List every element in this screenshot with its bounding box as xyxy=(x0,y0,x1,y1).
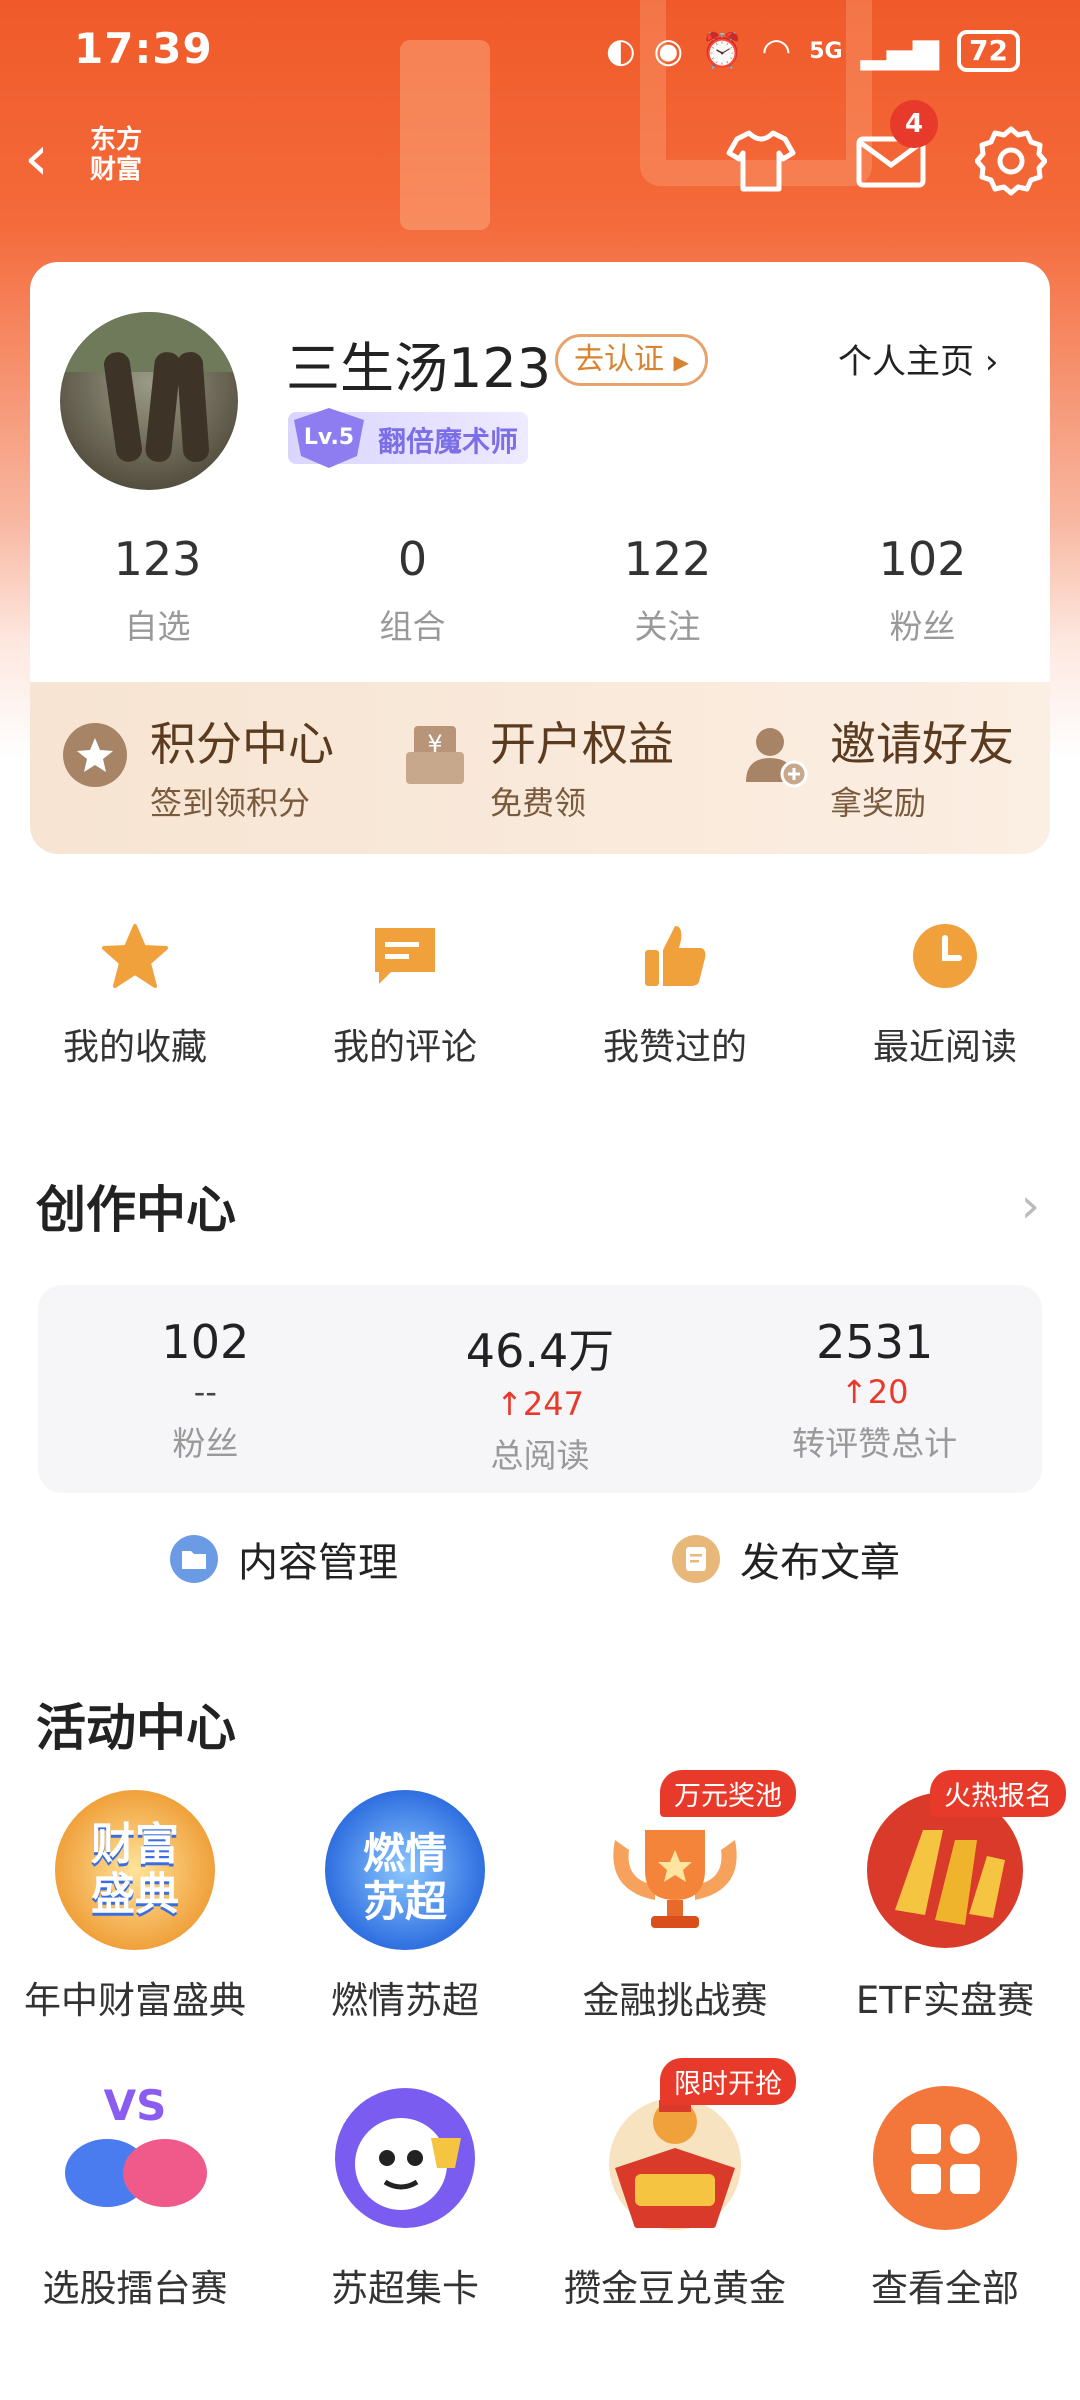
creation-actions: 内容管理 发布文章 xyxy=(0,1530,1080,1610)
stat-followers[interactable]: 102 粉丝 xyxy=(795,532,1050,648)
account-benefits-button[interactable]: ¥ 开户权益 免费领 xyxy=(370,682,710,854)
limited-time-tag: 限时开抢 xyxy=(660,2058,796,2105)
add-user-icon xyxy=(746,728,808,788)
signal-icon: ▂▄▆ xyxy=(860,31,940,71)
boxing-gloves-icon: VS xyxy=(65,2081,207,2207)
quick-actions-bar: 积分中心 签到领积分 ¥ 开户权益 免费领 邀请好友 拿奖励 xyxy=(30,682,1050,854)
comment-icon xyxy=(375,928,435,984)
activity-grid-row-2: VS 选股擂台赛 苏超集卡 限时开抢 攒金豆兑黄金 查看全部 xyxy=(0,2058,1080,2312)
activity-item[interactable]: 火热报名 ETF实盘赛 xyxy=(810,1770,1080,2024)
activity-item[interactable]: 燃情苏超 燃情苏超 xyxy=(270,1790,540,2024)
prize-pool-tag: 万元奖池 xyxy=(660,1770,796,1817)
yuan-box-icon: ¥ xyxy=(406,726,464,784)
profile-stats: 123 自选 0 组合 122 关注 102 粉丝 xyxy=(30,532,1050,648)
folder-icon xyxy=(170,1535,218,1583)
liked-shortcut[interactable]: 我赞过的 xyxy=(540,920,810,1070)
soccer-league-icon: 燃情苏超 xyxy=(325,1790,485,1950)
status-time: 17:39 xyxy=(74,24,213,73)
battery-indicator: 72 xyxy=(957,30,1020,72)
chevron-right-icon[interactable]: › xyxy=(1021,1178,1040,1234)
app-logo: 东方 财富 xyxy=(90,125,143,185)
triangle-right-icon: ▶ xyxy=(673,350,689,374)
activity-item[interactable]: 万元奖池 金融挑战赛 xyxy=(540,1770,810,2024)
creation-stats: 102 -- 粉丝 46.4万 ↑247 总阅读 2531 ↑20 转评赞总计 xyxy=(38,1285,1042,1493)
stat-portfolios[interactable]: 0 组合 xyxy=(285,532,540,648)
creation-stat-engagement[interactable]: 2531 ↑20 转评赞总计 xyxy=(707,1285,1042,1493)
activity-grid-row-1: 财富盛典 年中财富盛典 燃情苏超 燃情苏超 万元奖池 金融挑战赛 火热报名 ET… xyxy=(0,1770,1080,2024)
avatar[interactable] xyxy=(60,312,238,490)
stat-watchlist[interactable]: 123 自选 xyxy=(30,532,285,648)
recent-reading-shortcut[interactable]: 最近阅读 xyxy=(810,920,1080,1070)
document-icon xyxy=(672,1535,720,1583)
view-all-button[interactable]: 查看全部 xyxy=(810,2078,1080,2312)
profile-card: 三生汤123 去认证 ▶ Lv.5 翻倍魔术师 个人主页 › 123 自选 0 组合… xyxy=(30,262,1050,682)
creation-stat-followers[interactable]: 102 -- 粉丝 xyxy=(38,1285,373,1493)
level-badge[interactable]: Lv.5 翻倍魔术师 xyxy=(288,408,528,468)
activity-item[interactable]: 限时开抢 攒金豆兑黄金 xyxy=(540,2058,810,2312)
message-count-badge: 4 xyxy=(890,100,938,148)
signal-label: 5G xyxy=(809,38,843,64)
username: 三生汤123 xyxy=(286,337,552,400)
wealth-festival-icon: 财富盛典 xyxy=(55,1790,215,1950)
favorites-shortcut[interactable]: 我的收藏 xyxy=(0,920,270,1070)
homepage-link[interactable]: 个人主页 › xyxy=(838,334,998,383)
wifi-icon: ◠ xyxy=(761,31,792,71)
thumbs-up-icon xyxy=(645,926,706,986)
points-center-button[interactable]: 积分中心 签到领积分 xyxy=(30,682,370,854)
points-star-icon xyxy=(63,723,127,787)
clock-icon xyxy=(913,924,977,988)
creation-stat-reads[interactable]: 46.4万 ↑247 总阅读 xyxy=(373,1285,708,1493)
grid-menu-icon xyxy=(873,2086,1017,2230)
activity-item[interactable]: VS 选股擂台赛 xyxy=(0,2078,270,2312)
data-saver-icon: ◐ xyxy=(605,31,636,71)
verify-button[interactable]: 去认证 ▶ xyxy=(555,334,708,386)
tshirt-icon[interactable] xyxy=(725,125,797,197)
invite-friends-button[interactable]: 邀请好友 拿奖励 xyxy=(710,682,1050,854)
alarm-icon: ⏰ xyxy=(701,31,744,71)
settings-gear-icon[interactable] xyxy=(975,125,1047,197)
shortcut-row: 我的收藏 我的评论 我赞过的 最近阅读 xyxy=(0,920,1080,1070)
chevron-right-icon: › xyxy=(984,342,999,382)
back-icon[interactable]: ‹ xyxy=(24,127,49,189)
comments-shortcut[interactable]: 我的评论 xyxy=(270,920,540,1070)
creation-center-title: 创作中心 xyxy=(36,1181,236,1239)
hot-registration-tag: 火热报名 xyxy=(930,1770,1066,1817)
eye-icon: ◉ xyxy=(653,31,684,71)
content-management-button[interactable]: 内容管理 xyxy=(170,1530,398,1588)
activity-center-title: 活动中心 xyxy=(36,1699,236,1757)
publish-article-button[interactable]: 发布文章 xyxy=(672,1530,900,1588)
activity-item[interactable]: 苏超集卡 xyxy=(270,2078,540,2312)
soccer-card-icon xyxy=(335,2088,475,2228)
star-icon xyxy=(102,924,168,988)
activity-item[interactable]: 财富盛典 年中财富盛典 xyxy=(0,1790,270,2024)
svg-text:VS: VS xyxy=(104,2081,167,2130)
level-shield-icon: Lv.5 xyxy=(294,408,364,468)
level-title: 翻倍魔术师 xyxy=(378,425,519,458)
status-bar: 17:39 ◐ ◉ ⏰ ◠ 5G ▂▄▆ 72 xyxy=(0,0,1080,100)
stat-following[interactable]: 122 关注 xyxy=(540,532,795,648)
